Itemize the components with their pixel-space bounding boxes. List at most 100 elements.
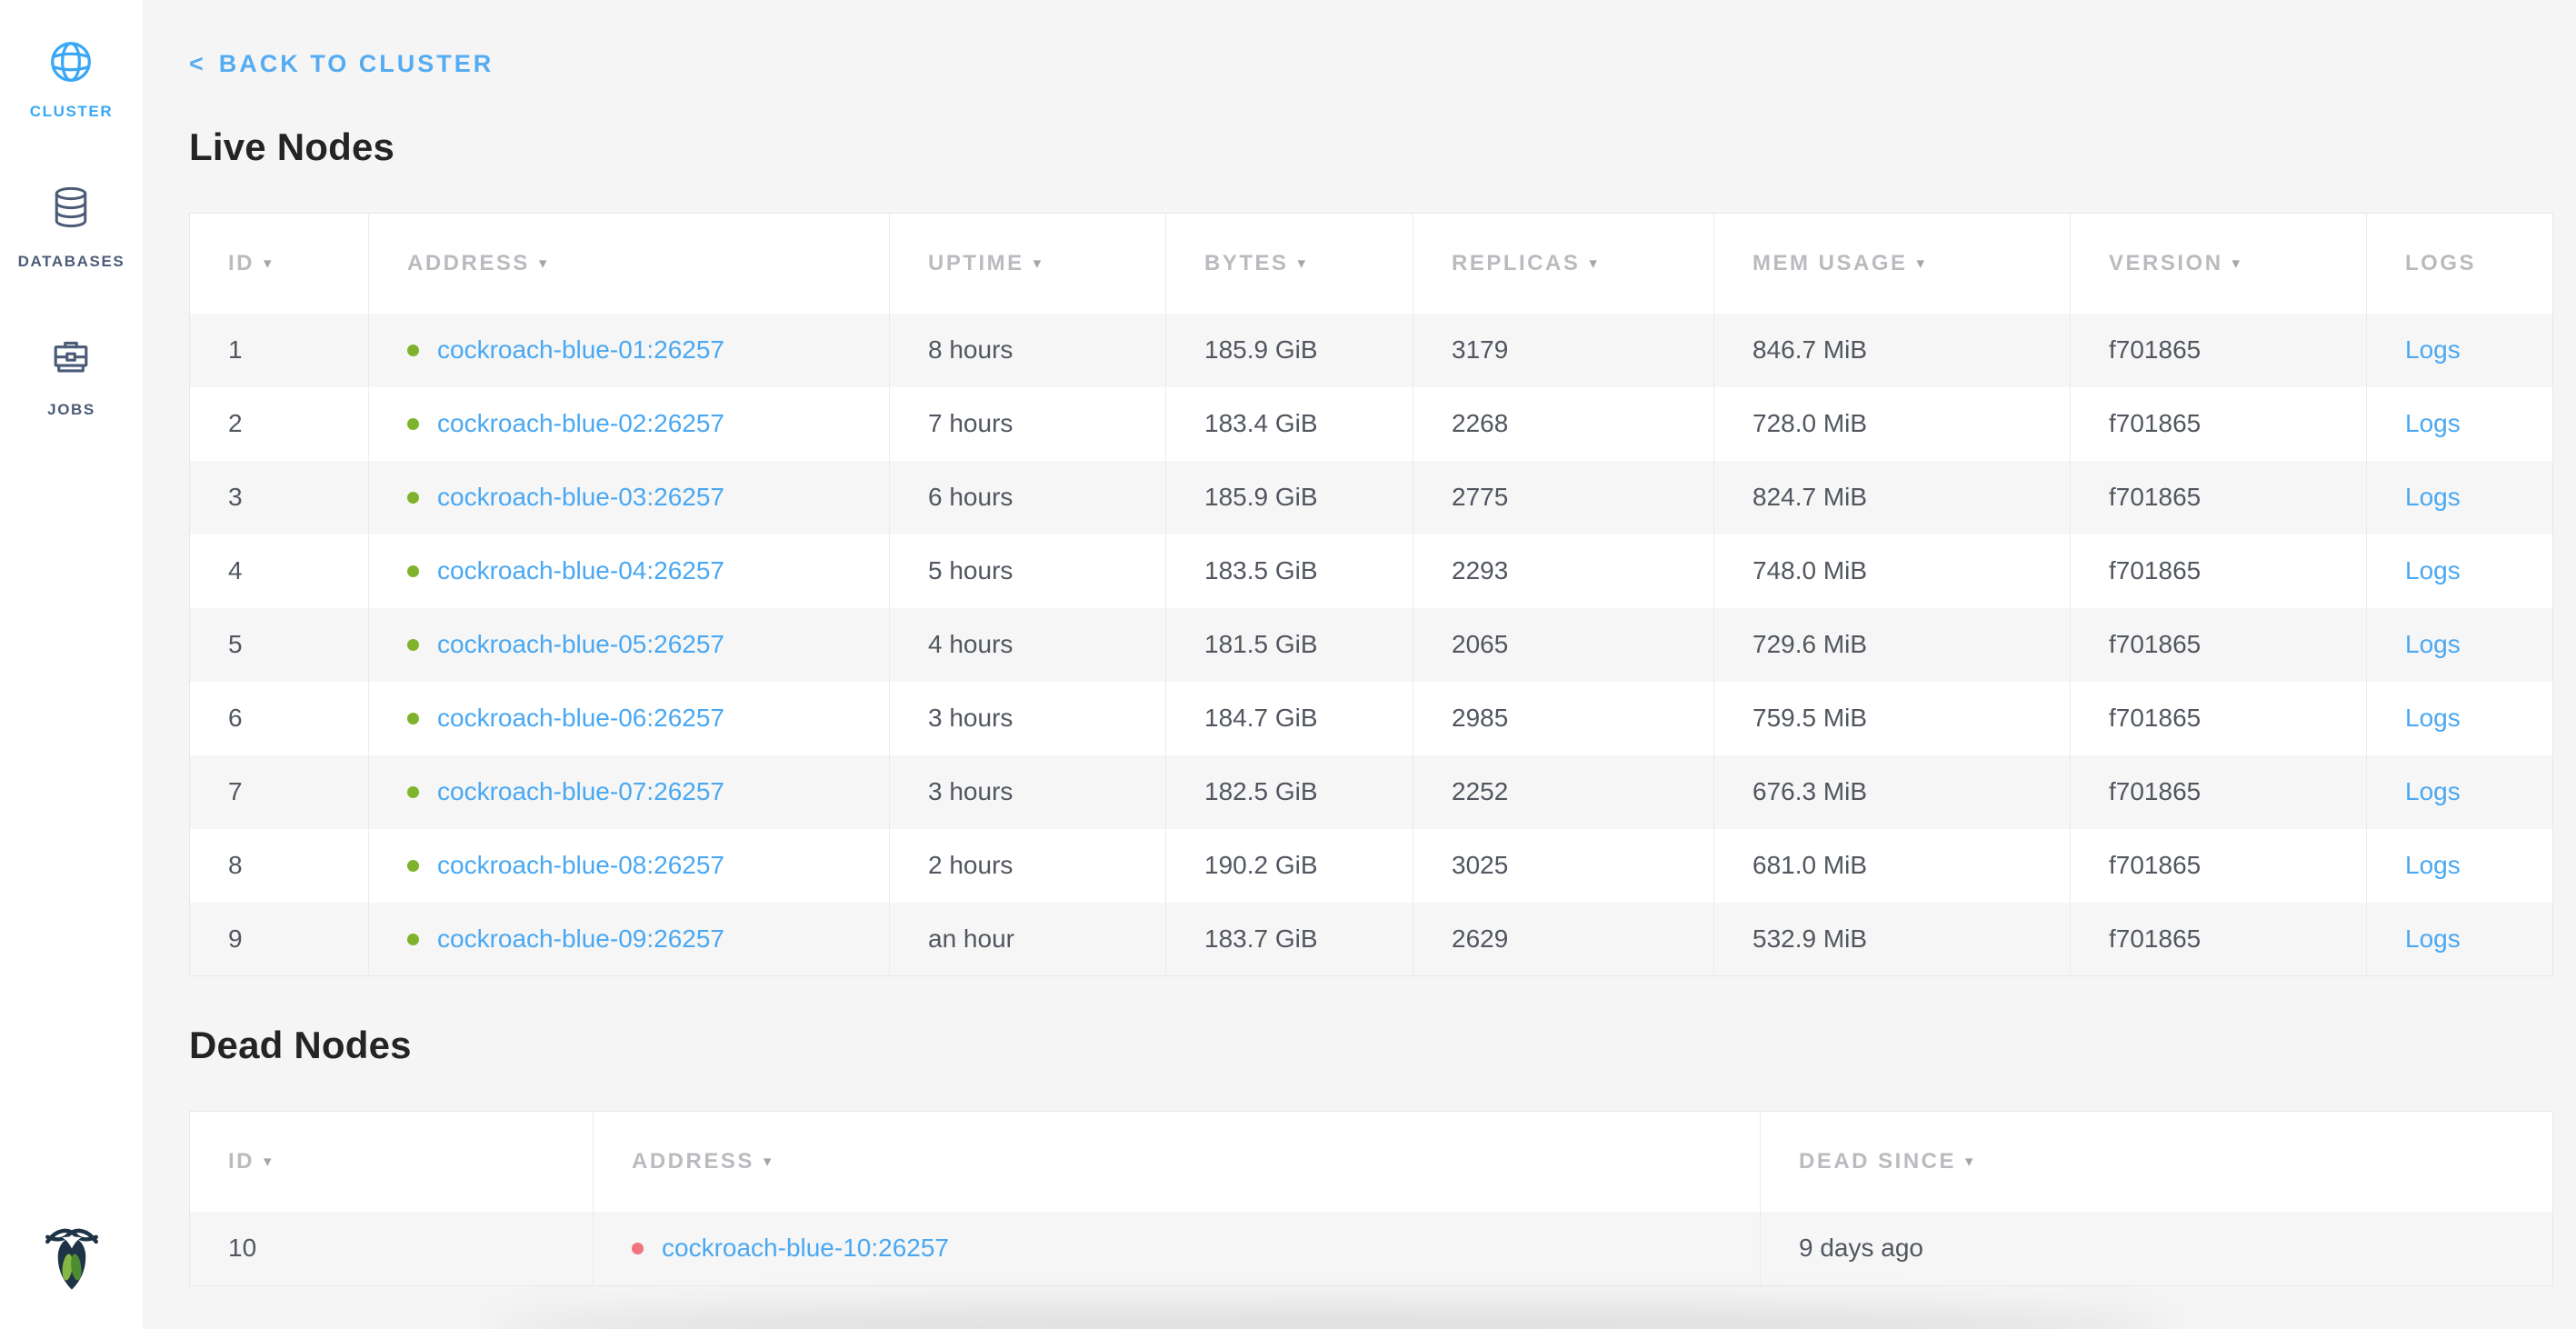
column-header[interactable]: ADDRESS▾ xyxy=(369,214,890,314)
node-bytes-cell: 183.4 GiB xyxy=(1166,387,1413,461)
node-version-cell: f701865 xyxy=(2071,314,2367,387)
node-version-cell: f701865 xyxy=(2071,387,2367,461)
node-replicas-cell: 3179 xyxy=(1413,314,1714,387)
sort-arrow-icon: ▾ xyxy=(764,1153,772,1170)
logs-link[interactable]: Logs xyxy=(2405,851,2461,879)
sort-arrow-icon: ▾ xyxy=(1917,255,1925,272)
node-address-link[interactable]: cockroach-blue-02:26257 xyxy=(437,409,724,437)
logs-link[interactable]: Logs xyxy=(2405,409,2461,437)
node-mem-usage-cell: 729.6 MiB xyxy=(1714,608,2071,682)
node-id-cell: 3 xyxy=(190,461,369,535)
node-address-cell: cockroach-blue-10:26257 xyxy=(594,1212,1761,1286)
node-replicas-cell: 2985 xyxy=(1413,682,1714,755)
node-address-link[interactable]: cockroach-blue-06:26257 xyxy=(437,704,724,732)
node-uptime-cell: 4 hours xyxy=(890,608,1166,682)
node-address-link[interactable]: cockroach-blue-05:26257 xyxy=(437,630,724,658)
sort-arrow-icon: ▾ xyxy=(539,255,547,272)
node-replicas-cell: 2252 xyxy=(1413,755,1714,829)
back-link-label: BACK TO CLUSTER xyxy=(219,50,494,77)
sort-arrow-icon: ▾ xyxy=(1589,255,1597,272)
node-address-link[interactable]: cockroach-blue-08:26257 xyxy=(437,851,724,879)
table-row: 6 cockroach-blue-06:26257 3 hours 184.7 … xyxy=(190,682,2553,755)
table-row: 9 cockroach-blue-09:26257 an hour 183.7 … xyxy=(190,903,2553,976)
back-to-cluster-link[interactable]: <BACK TO CLUSTER xyxy=(189,49,494,78)
column-header[interactable]: VERSION▾ xyxy=(2071,214,2367,314)
node-version-cell: f701865 xyxy=(2071,535,2367,608)
live-nodes-table: ID▾ ADDRESS▾ UPTIME▾ BYTES▾ REPLICAS▾ ME… xyxy=(189,213,2553,976)
column-header[interactable]: ADDRESS▾ xyxy=(594,1112,1761,1212)
node-address-cell: cockroach-blue-07:26257 xyxy=(369,755,890,829)
logs-link[interactable]: Logs xyxy=(2405,556,2461,585)
node-replicas-cell: 2065 xyxy=(1413,608,1714,682)
node-bytes-cell: 183.5 GiB xyxy=(1166,535,1413,608)
node-bytes-cell: 190.2 GiB xyxy=(1166,829,1413,903)
column-header[interactable]: REPLICAS▾ xyxy=(1413,214,1714,314)
node-mem-usage-cell: 759.5 MiB xyxy=(1714,682,2071,755)
node-bytes-cell: 181.5 GiB xyxy=(1166,608,1413,682)
node-version-cell: f701865 xyxy=(2071,608,2367,682)
node-bytes-cell: 185.9 GiB xyxy=(1166,314,1413,387)
node-address-cell: cockroach-blue-05:26257 xyxy=(369,608,890,682)
node-logs-cell: Logs xyxy=(2367,608,2553,682)
node-version-cell: f701865 xyxy=(2071,461,2367,535)
cockroachdb-logo[interactable] xyxy=(43,1221,101,1302)
node-replicas-cell: 2775 xyxy=(1413,461,1714,535)
logs-link[interactable]: Logs xyxy=(2405,777,2461,805)
sidebar-item-databases[interactable]: DATABASES xyxy=(18,185,125,271)
node-address-link[interactable]: cockroach-blue-09:26257 xyxy=(437,924,724,953)
node-health-dot xyxy=(407,492,419,504)
column-header[interactable]: ID▾ xyxy=(190,214,369,314)
node-replicas-cell: 2293 xyxy=(1413,535,1714,608)
node-address-cell: cockroach-blue-09:26257 xyxy=(369,903,890,976)
node-health-dot xyxy=(407,639,419,651)
table-row: 2 cockroach-blue-02:26257 7 hours 183.4 … xyxy=(190,387,2553,461)
node-id-cell: 9 xyxy=(190,903,369,976)
table-row: 3 cockroach-blue-03:26257 6 hours 185.9 … xyxy=(190,461,2553,535)
table-row: 1 cockroach-blue-01:26257 8 hours 185.9 … xyxy=(190,314,2553,387)
node-uptime-cell: 7 hours xyxy=(890,387,1166,461)
logs-link[interactable]: Logs xyxy=(2405,483,2461,511)
node-bytes-cell: 184.7 GiB xyxy=(1166,682,1413,755)
logs-link[interactable]: Logs xyxy=(2405,924,2461,953)
node-replicas-cell: 2268 xyxy=(1413,387,1714,461)
sidebar-item-jobs[interactable]: JOBS xyxy=(47,335,95,419)
main-content: <BACK TO CLUSTER Live Nodes ID▾ ADDRESS▾… xyxy=(143,0,2576,1286)
node-address-link[interactable]: cockroach-blue-01:26257 xyxy=(437,335,724,364)
dead-nodes-table: ID▾ ADDRESS▾ DEAD SINCE▾ 10 cockroach-bl… xyxy=(189,1111,2553,1286)
logs-link[interactable]: Logs xyxy=(2405,704,2461,732)
logs-link[interactable]: Logs xyxy=(2405,335,2461,364)
logs-link[interactable]: Logs xyxy=(2405,630,2461,658)
node-id-cell: 10 xyxy=(190,1212,594,1286)
node-logs-cell: Logs xyxy=(2367,755,2553,829)
node-logs-cell: Logs xyxy=(2367,829,2553,903)
node-address-link[interactable]: cockroach-blue-04:26257 xyxy=(437,556,724,585)
column-header[interactable]: DEAD SINCE▾ xyxy=(1761,1112,2553,1212)
node-version-cell: f701865 xyxy=(2071,829,2367,903)
column-header[interactable]: ID▾ xyxy=(190,1112,594,1212)
node-logs-cell: Logs xyxy=(2367,461,2553,535)
node-replicas-cell: 2629 xyxy=(1413,903,1714,976)
node-logs-cell: Logs xyxy=(2367,682,2553,755)
node-address-cell: cockroach-blue-04:26257 xyxy=(369,535,890,608)
column-header[interactable]: MEM USAGE▾ xyxy=(1714,214,2071,314)
node-id-cell: 1 xyxy=(190,314,369,387)
node-uptime-cell: 3 hours xyxy=(890,682,1166,755)
node-address-cell: cockroach-blue-06:26257 xyxy=(369,682,890,755)
node-mem-usage-cell: 748.0 MiB xyxy=(1714,535,2071,608)
node-health-dot xyxy=(407,345,419,356)
live-nodes-title: Live Nodes xyxy=(189,125,2554,169)
node-address-link[interactable]: cockroach-blue-10:26257 xyxy=(662,1234,949,1262)
node-uptime-cell: 8 hours xyxy=(890,314,1166,387)
sidebar-item-label: DATABASES xyxy=(18,253,125,271)
node-address-link[interactable]: cockroach-blue-03:26257 xyxy=(437,483,724,511)
node-address-cell: cockroach-blue-02:26257 xyxy=(369,387,890,461)
sidebar-item-cluster[interactable]: CLUSTER xyxy=(30,38,113,121)
node-dead-since-cell: 9 days ago xyxy=(1761,1212,2553,1286)
column-header[interactable]: UPTIME▾ xyxy=(890,214,1166,314)
column-header[interactable]: BYTES▾ xyxy=(1166,214,1413,314)
database-icon xyxy=(49,185,93,240)
sidebar-item-label: CLUSTER xyxy=(30,103,113,121)
column-header[interactable]: LOGS xyxy=(2367,214,2553,314)
node-address-link[interactable]: cockroach-blue-07:26257 xyxy=(437,777,724,805)
node-bytes-cell: 185.9 GiB xyxy=(1166,461,1413,535)
